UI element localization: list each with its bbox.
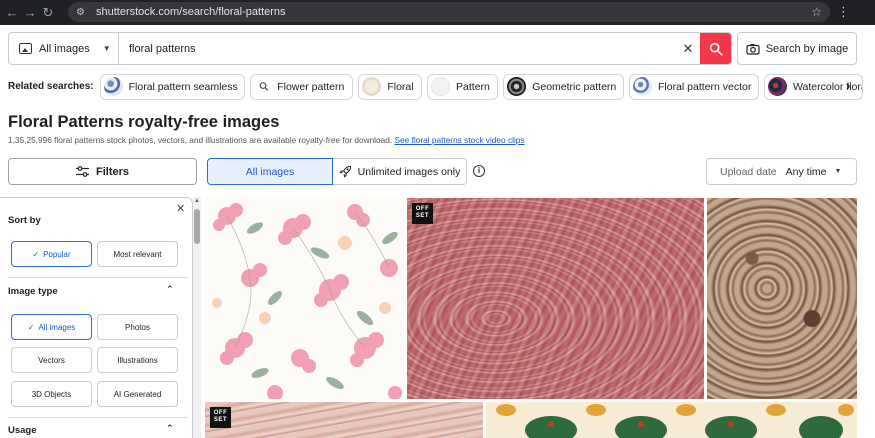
image-icon <box>19 43 32 54</box>
address-url: shutterstock.com/search/floral-patterns <box>96 6 286 18</box>
video-clips-link[interactable]: See floral patterns stock video clips <box>395 135 525 145</box>
related-searches: Related searches: Floral pattern seamles… <box>8 73 868 100</box>
checkmark-icon: ✓ <box>32 249 40 259</box>
upload-date-label: Upload date <box>720 165 777 178</box>
sort-option-popular[interactable]: ✓ Popular <box>11 241 92 267</box>
divider <box>8 417 188 418</box>
usage-heading: Usage <box>8 425 37 436</box>
chip-thumbnail <box>768 77 788 96</box>
option-label: All images <box>38 322 76 332</box>
image-type-ai-generated[interactable]: AI Generated <box>97 381 178 407</box>
chip-label: Geometric pattern <box>532 80 617 93</box>
related-chip[interactable]: Floral pattern vector <box>629 73 760 100</box>
chip-label: Floral pattern seamless <box>128 80 238 93</box>
image-type-photos[interactable]: Photos <box>97 314 178 340</box>
sliders-icon <box>75 166 89 177</box>
chip-label: Flower pattern <box>277 80 345 93</box>
sidebar-scrollbar[interactable]: ▲ <box>193 197 201 438</box>
chevron-right-icon[interactable]: › <box>846 78 850 93</box>
option-label: Popular <box>43 249 71 259</box>
search-icon <box>259 82 269 91</box>
caret-down-icon: ▼ <box>102 44 111 53</box>
scrollbar-thumb[interactable] <box>194 209 200 244</box>
unlimited-images-toggle[interactable]: Unlimited images only <box>333 158 467 185</box>
image-result[interactable]: OFF SET <box>407 198 704 399</box>
reload-icon[interactable]: ↻ <box>39 5 57 21</box>
image-type-dropdown[interactable]: All images ▼ <box>9 33 119 64</box>
page-title: Floral Patterns royalty-free images <box>8 113 280 131</box>
offset-badge-line1: OFF <box>213 410 228 416</box>
chip-label: Watercolor floral <box>793 80 864 93</box>
search-input[interactable]: floral patterns <box>119 33 676 64</box>
related-chip[interactable]: Flower pattern <box>250 73 354 100</box>
leopard-palm-pattern-image <box>496 404 854 438</box>
back-arrow-icon[interactable]: ← <box>3 5 21 20</box>
search-button[interactable] <box>700 33 731 64</box>
related-chip[interactable]: Floral <box>358 73 423 100</box>
browser-toolbar: ← → ↻ ⚙ shutterstock.com/search/floral-p… <box>0 0 875 25</box>
related-searches-label: Related searches: <box>8 81 94 92</box>
unlimited-images-label: Unlimited images only <box>357 165 461 178</box>
all-images-toggle[interactable]: All images <box>207 158 333 185</box>
chip-thumbnail <box>431 77 451 96</box>
search-by-image-button[interactable]: Search by image <box>737 32 857 65</box>
marble-overlay <box>407 198 704 399</box>
search-bar: All images ▼ floral patterns ✕ <box>8 32 732 65</box>
browser-menu-icon[interactable]: ⋮ <box>837 4 850 20</box>
bookmark-star-icon[interactable]: ☆ <box>811 5 822 19</box>
chip-label: Pattern <box>456 80 490 93</box>
image-type-all-images[interactable]: ✓ All images <box>11 314 92 340</box>
chip-thumbnail <box>633 77 652 96</box>
chip-thumbnail <box>103 77 123 96</box>
offset-badge-line2: SET <box>213 417 228 423</box>
filters-button[interactable]: Filters <box>8 158 197 185</box>
search-icon <box>709 42 722 55</box>
offset-badge-line1: OFF <box>415 206 430 212</box>
divider <box>8 277 188 278</box>
forward-arrow-icon[interactable]: → <box>21 5 39 20</box>
camera-icon <box>746 43 760 55</box>
caret-down-icon: ▼ <box>834 168 842 175</box>
image-result[interactable] <box>707 198 857 399</box>
image-type-vectors[interactable]: Vectors <box>11 347 92 373</box>
upload-date-dropdown[interactable]: Upload date Any time ▼ <box>706 158 857 185</box>
chip-label: Floral pattern vector <box>658 80 752 93</box>
results-count-text: 1,35,25,996 floral patterns stock photos… <box>8 135 393 145</box>
image-type-heading: Image type <box>8 286 58 297</box>
chip-thumbnail <box>362 77 382 96</box>
image-result[interactable] <box>205 198 404 399</box>
image-result[interactable] <box>486 402 857 438</box>
offset-badge: OFF SET <box>412 203 433 224</box>
offset-badge: OFF SET <box>210 407 231 428</box>
chip-thumbnail <box>507 77 527 96</box>
image-result[interactable]: OFF SET <box>205 402 483 438</box>
floral-watercolor-image <box>212 203 402 399</box>
scroll-up-icon[interactable]: ▲ <box>194 198 200 204</box>
clear-search-icon[interactable]: ✕ <box>676 33 700 64</box>
results-summary: 1,35,25,996 floral patterns stock photos… <box>8 135 525 145</box>
chevron-up-icon[interactable]: ⌃ <box>166 423 174 434</box>
sort-by-heading: Sort by <box>8 215 41 226</box>
image-type-illustrations[interactable]: Illustrations <box>97 347 178 373</box>
sort-option-most-relevant[interactable]: Most relevant <box>97 241 178 267</box>
upload-date-value: Any time <box>785 165 827 178</box>
address-bar[interactable]: ⚙ shutterstock.com/search/floral-pattern… <box>68 2 830 22</box>
chip-label: Floral <box>387 80 414 93</box>
checkmark-icon: ✓ <box>27 322 35 332</box>
related-chip[interactable]: Pattern <box>427 73 499 100</box>
site-info-icon[interactable]: ⚙ <box>76 7 90 18</box>
filters-sidebar: ✕ Sort by ✓ Popular Most relevant Image … <box>0 197 193 438</box>
search-by-image-label: Search by image <box>765 42 849 55</box>
image-type-3d-objects[interactable]: 3D Objects <box>11 381 92 407</box>
close-icon[interactable]: ✕ <box>176 202 185 215</box>
related-chip[interactable]: Floral pattern seamless <box>99 73 246 100</box>
offset-badge-line2: SET <box>415 213 430 219</box>
chevron-up-icon[interactable]: ⌃ <box>166 284 174 295</box>
info-icon[interactable]: i <box>473 165 485 177</box>
rocket-icon <box>339 165 351 178</box>
related-chip[interactable]: Geometric pattern <box>503 73 624 100</box>
image-type-label: All images <box>39 42 90 55</box>
filters-label: Filters <box>95 165 129 178</box>
